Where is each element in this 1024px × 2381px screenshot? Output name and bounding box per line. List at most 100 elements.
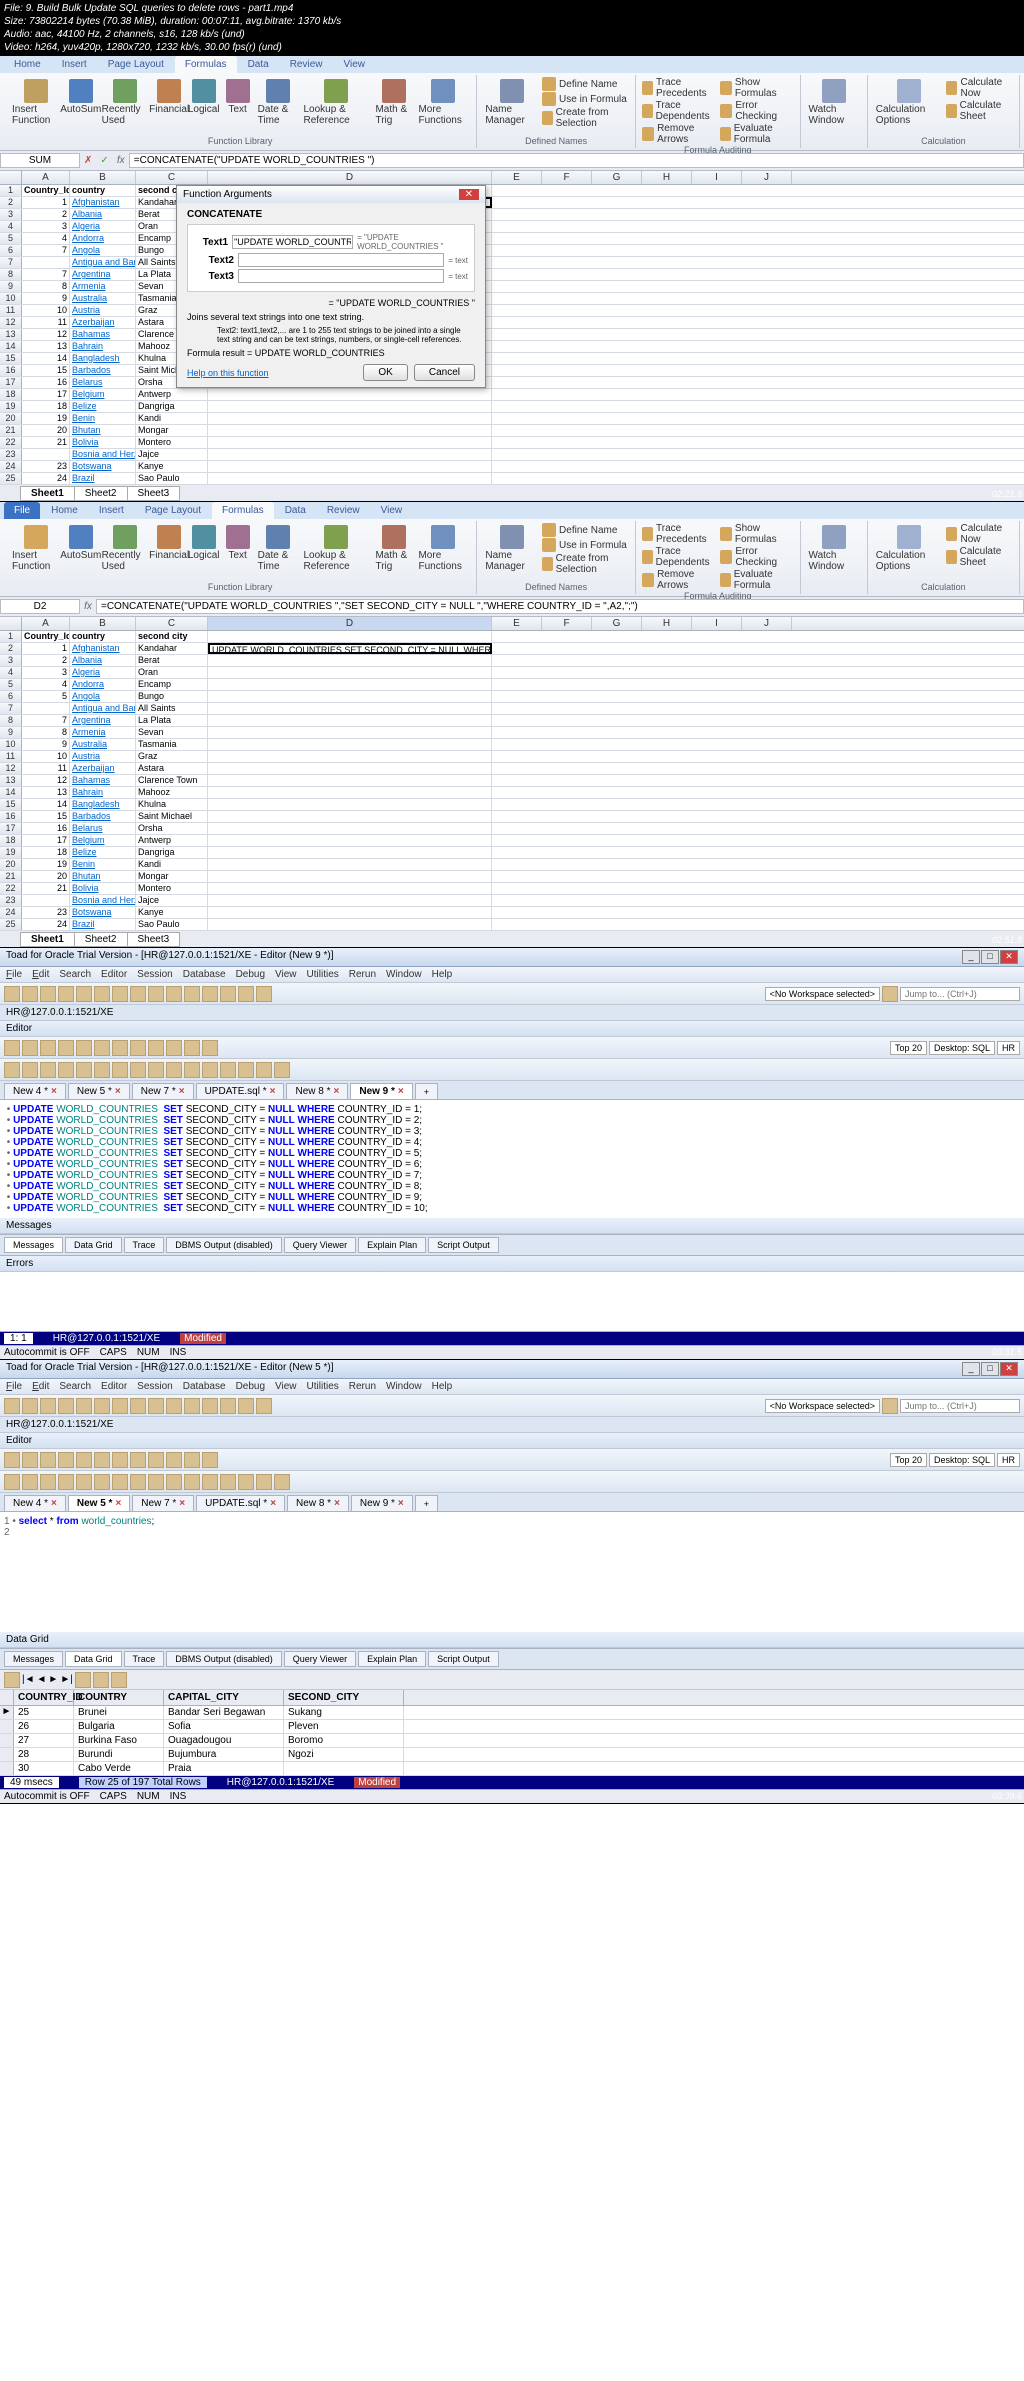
help-link[interactable]: Help on this function [187,368,269,378]
sheet-tabs: Sheet1 Sheet2 Sheet3 [0,485,1024,501]
show-formulas-button[interactable]: Show Formulas [720,77,793,99]
lookup-reference-button[interactable]: Lookup & Reference [302,77,372,128]
menu-window[interactable]: Window [386,969,422,980]
top-combo[interactable]: Top 20 [890,1041,927,1055]
sheet-tab-3[interactable]: Sheet3 [127,486,181,501]
tab-review[interactable]: Review [280,56,333,73]
cancel-button[interactable]: Cancel [414,364,475,381]
add-tab-button[interactable]: + [415,1083,438,1099]
tab-page-layout[interactable]: Page Layout [98,56,174,73]
output-tab-data-grid[interactable]: Data Grid [65,1237,122,1253]
menu-help[interactable]: Help [432,969,453,980]
user-combo[interactable]: HR [997,1041,1020,1055]
autosum-button[interactable]: AutoSum [64,77,98,117]
remove-arrows-button[interactable]: Remove Arrows [642,123,718,145]
tab-home[interactable]: Home [4,56,51,73]
trace-dependents-button[interactable]: Trace Dependents [642,100,718,122]
watch-window-button[interactable]: Watch Window [807,77,861,128]
connection-bar[interactable]: HR@127.0.0.1:1521/XE [0,1005,1024,1021]
sql-editor[interactable]: 1 • select * from world_countries; 2 [0,1512,1024,1632]
logical-button[interactable]: Logical [188,77,220,117]
text3-input[interactable] [238,269,444,283]
tab-formulas[interactable]: Formulas [175,56,237,73]
menu-search[interactable]: Search [59,969,91,980]
header-cell[interactable]: country [70,185,136,196]
table-row[interactable]: 27Burkina FasoOuagadougouBoromo [0,1734,1024,1748]
table-row[interactable]: ►25BruneiBandar Seri BegawanSukang [0,1706,1024,1720]
text2-input[interactable] [238,253,444,267]
menu-edit[interactable]: Edit [32,969,49,980]
define-name-button[interactable]: Define Name [542,77,629,91]
output-tab-dbms[interactable]: DBMS Output (disabled) [166,1237,282,1253]
minimize-button[interactable]: _ [962,1362,980,1376]
date-time-button[interactable]: Date & Time [256,77,300,128]
financial-button[interactable]: Financial [153,77,186,117]
menu-debug[interactable]: Debug [236,969,265,980]
data-grid[interactable]: COUNTRY_ID COUNTRY CAPITAL_CITY SECOND_C… [0,1690,1024,1776]
close-button[interactable]: ✕ [1000,950,1018,964]
maximize-button[interactable]: □ [981,1362,999,1376]
table-row[interactable]: 26BulgariaSofiaPleven [0,1720,1024,1734]
create-from-selection-button[interactable]: Create from Selection [542,107,629,129]
output-tab-explain[interactable]: Explain Plan [358,1237,426,1253]
fx-icon[interactable]: fx [80,601,96,612]
menu-view[interactable]: View [275,969,297,980]
sql-editor[interactable]: • UPDATE WORLD_COUNTRIES SET SECOND_CITY… [0,1100,1024,1218]
tab-file[interactable]: File [4,502,40,519]
name-box[interactable]: D2 [0,599,80,614]
jump-to-input[interactable] [900,987,1020,1001]
menu-utilities[interactable]: Utilities [307,969,339,980]
output-tab-query-viewer[interactable]: Query Viewer [284,1237,356,1253]
table-row[interactable]: 28BurundiBujumburaNgozi [0,1748,1024,1762]
text1-input[interactable] [232,235,353,249]
use-in-formula-button[interactable]: Use in Formula [542,92,629,106]
header-cell[interactable]: Country_Id [22,185,70,196]
desktop-combo[interactable]: Desktop: SQL [929,1041,995,1055]
more-functions-button[interactable]: More Functions [416,77,470,128]
output-tab-script[interactable]: Script Output [428,1237,499,1253]
tab-close-icon[interactable]: × [51,1086,57,1097]
tab-insert[interactable]: Insert [52,56,97,73]
minimize-button[interactable]: _ [962,950,980,964]
menu-session[interactable]: Session [137,969,173,980]
calculate-now-button[interactable]: Calculate Now [946,77,1013,99]
sheet-tab-1[interactable]: Sheet1 [20,486,75,501]
name-box[interactable]: SUM [0,153,80,168]
formula-bar[interactable]: =CONCATENATE("UPDATE WORLD_COUNTRIES ") [129,153,1024,168]
tab-data[interactable]: Data [238,56,279,73]
error-checking-button[interactable]: Error Checking [720,100,793,122]
enter-formula-icon[interactable]: ✓ [96,155,112,166]
name-manager-button[interactable]: Name Manager [483,77,540,128]
ok-button[interactable]: OK [363,364,407,381]
output-tab-trace[interactable]: Trace [124,1237,165,1253]
menu-editor[interactable]: Editor [101,969,127,980]
evaluate-formula-button[interactable]: Evaluate Formula [720,123,793,145]
function-arguments-dialog: Function Arguments ✕ CONCATENATE Text1 =… [176,185,486,388]
maximize-button[interactable]: □ [981,950,999,964]
close-button[interactable]: ✕ [1000,1362,1018,1376]
sheet-tab-2[interactable]: Sheet2 [74,486,128,501]
table-row[interactable]: 30Cabo VerdePraia [0,1762,1024,1776]
add-tab-button[interactable]: + [415,1495,438,1511]
fx-icon[interactable]: fx [113,155,129,166]
editor-tab[interactable]: New 4 *× [4,1083,66,1099]
cancel-formula-icon[interactable]: ✗ [80,155,96,166]
toolbar-icon[interactable] [4,986,20,1002]
text-button[interactable]: Text [222,77,254,117]
insert-function-button[interactable]: Insert Function [10,77,62,128]
workspace-combo[interactable]: <No Workspace selected> [765,987,880,1001]
calculate-sheet-button[interactable]: Calculate Sheet [946,100,1013,122]
formula-bar[interactable]: =CONCATENATE("UPDATE WORLD_COUNTRIES ","… [96,599,1024,614]
tab-view[interactable]: View [333,56,375,73]
menu-file[interactable]: File [6,969,22,980]
worksheet[interactable]: 1 Country_Id country second city 21Afgha… [0,185,1024,485]
output-tab-messages[interactable]: Messages [4,1237,63,1253]
menu-database[interactable]: Database [183,969,226,980]
math-trig-button[interactable]: Math & Trig [373,77,414,128]
recently-used-button[interactable]: Recently Used [100,77,151,128]
calculation-options-button[interactable]: Calculation Options [874,77,944,128]
group-label-function-library: Function Library [10,136,470,146]
menu-rerun[interactable]: Rerun [349,969,376,980]
dialog-close-icon[interactable]: ✕ [459,189,479,200]
trace-precedents-button[interactable]: Trace Precedents [642,77,718,99]
